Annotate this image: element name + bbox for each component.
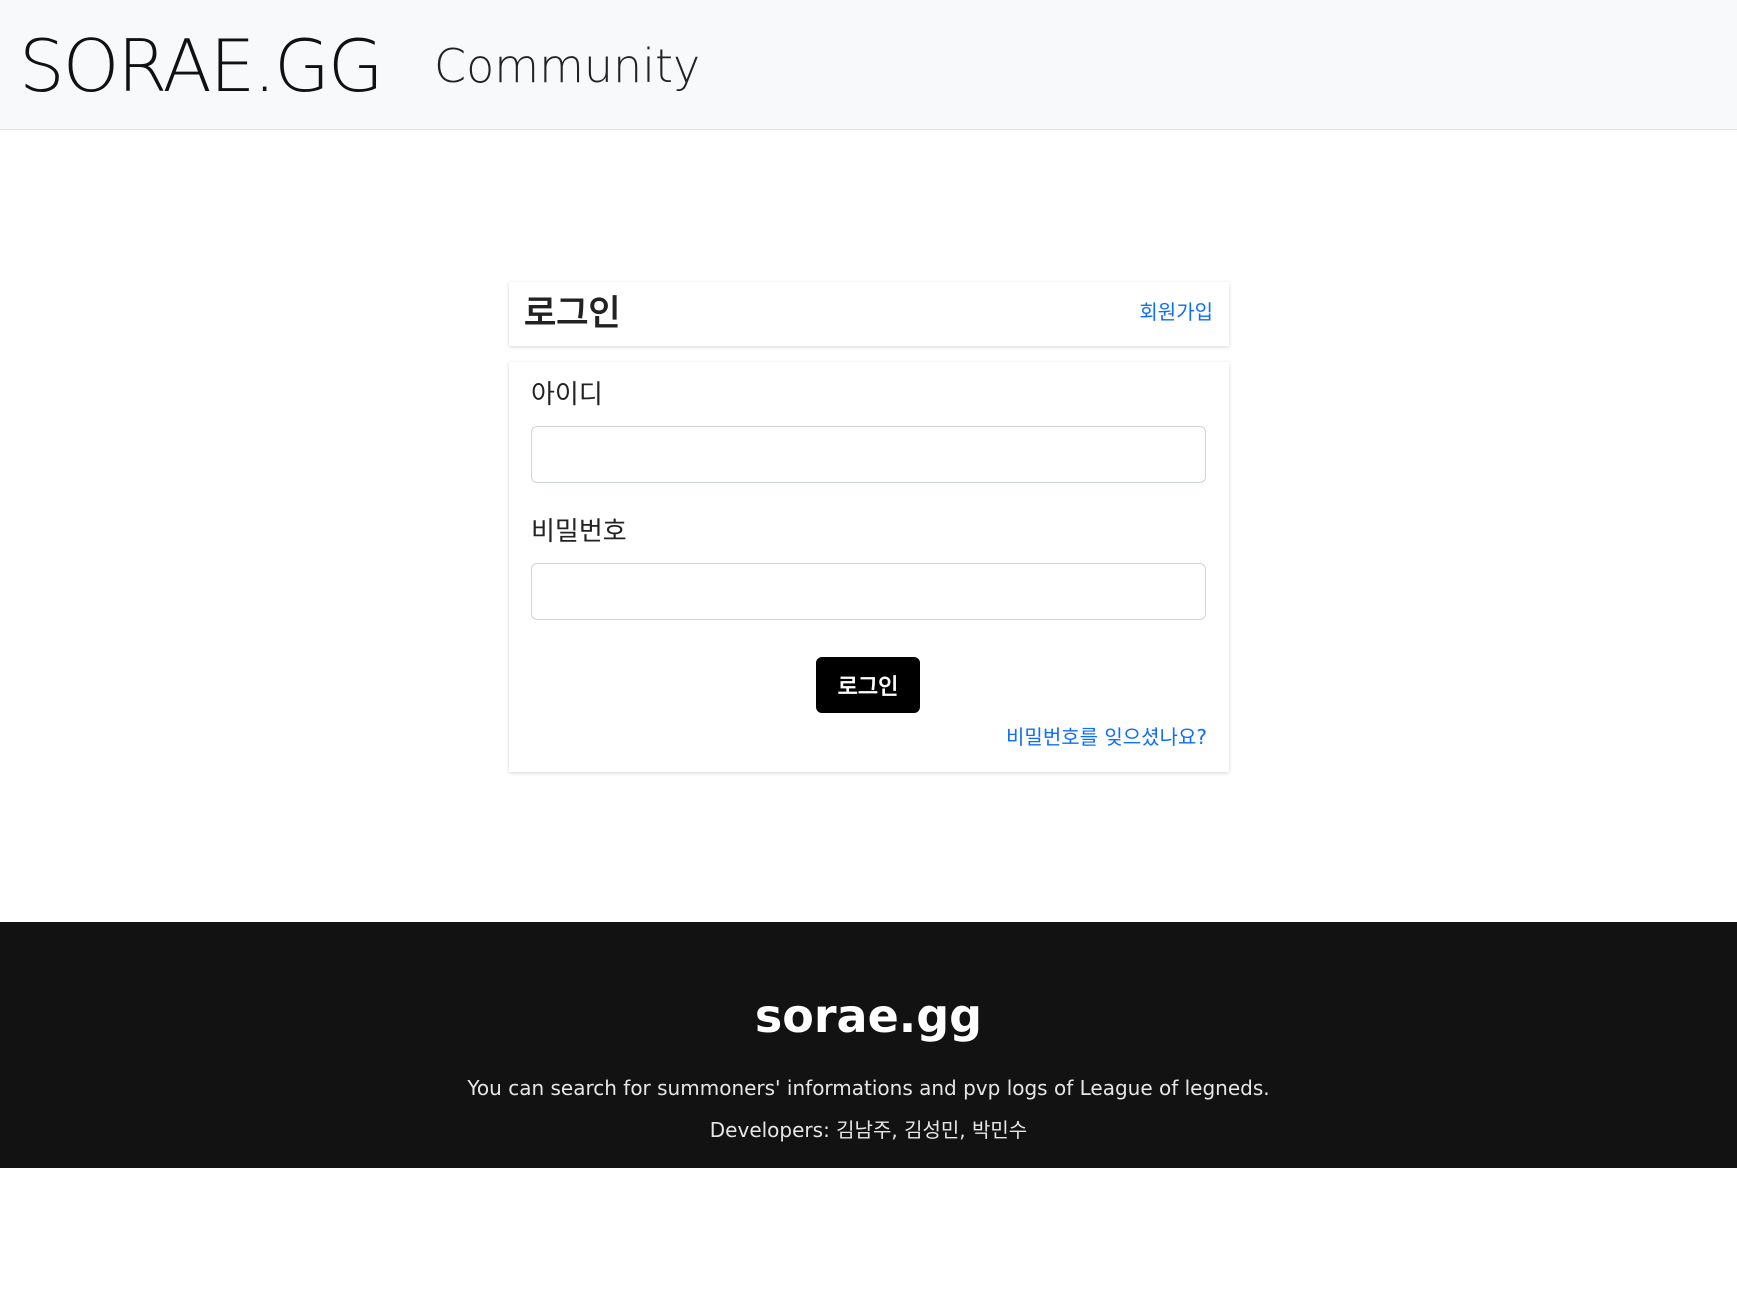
login-title: 로그인 bbox=[524, 294, 621, 334]
nav-link-community[interactable]: Community bbox=[434, 36, 700, 96]
brand-logo-link[interactable]: SORAE.GG bbox=[19, 22, 384, 110]
id-label: 아이디 bbox=[531, 380, 603, 410]
signup-link[interactable]: 회원가입 bbox=[1139, 298, 1213, 326]
password-label: 비밀번호 bbox=[531, 517, 627, 547]
top-navbar: SORAE.GG Community bbox=[0, 0, 1737, 130]
login-form: 아이디 비밀번호 로그인 비밀번호를 잊으셨나요? bbox=[509, 362, 1229, 772]
footer-developers: Developers: 김남주, 김성민, 박민수 bbox=[709, 1118, 1028, 1142]
login-card-header: 로그인 회원가입 bbox=[509, 282, 1229, 346]
login-button[interactable]: 로그인 bbox=[816, 657, 920, 713]
site-footer: sorae.gg You can search for summoners' i… bbox=[0, 922, 1737, 1168]
footer-description: You can search for summoners' informatio… bbox=[467, 1076, 1270, 1100]
footer-title: sorae.gg bbox=[754, 989, 983, 1043]
forgot-password-link[interactable]: 비밀번호를 잊으셨나요? bbox=[1006, 723, 1207, 751]
password-input[interactable] bbox=[531, 563, 1206, 620]
id-input[interactable] bbox=[531, 426, 1206, 483]
